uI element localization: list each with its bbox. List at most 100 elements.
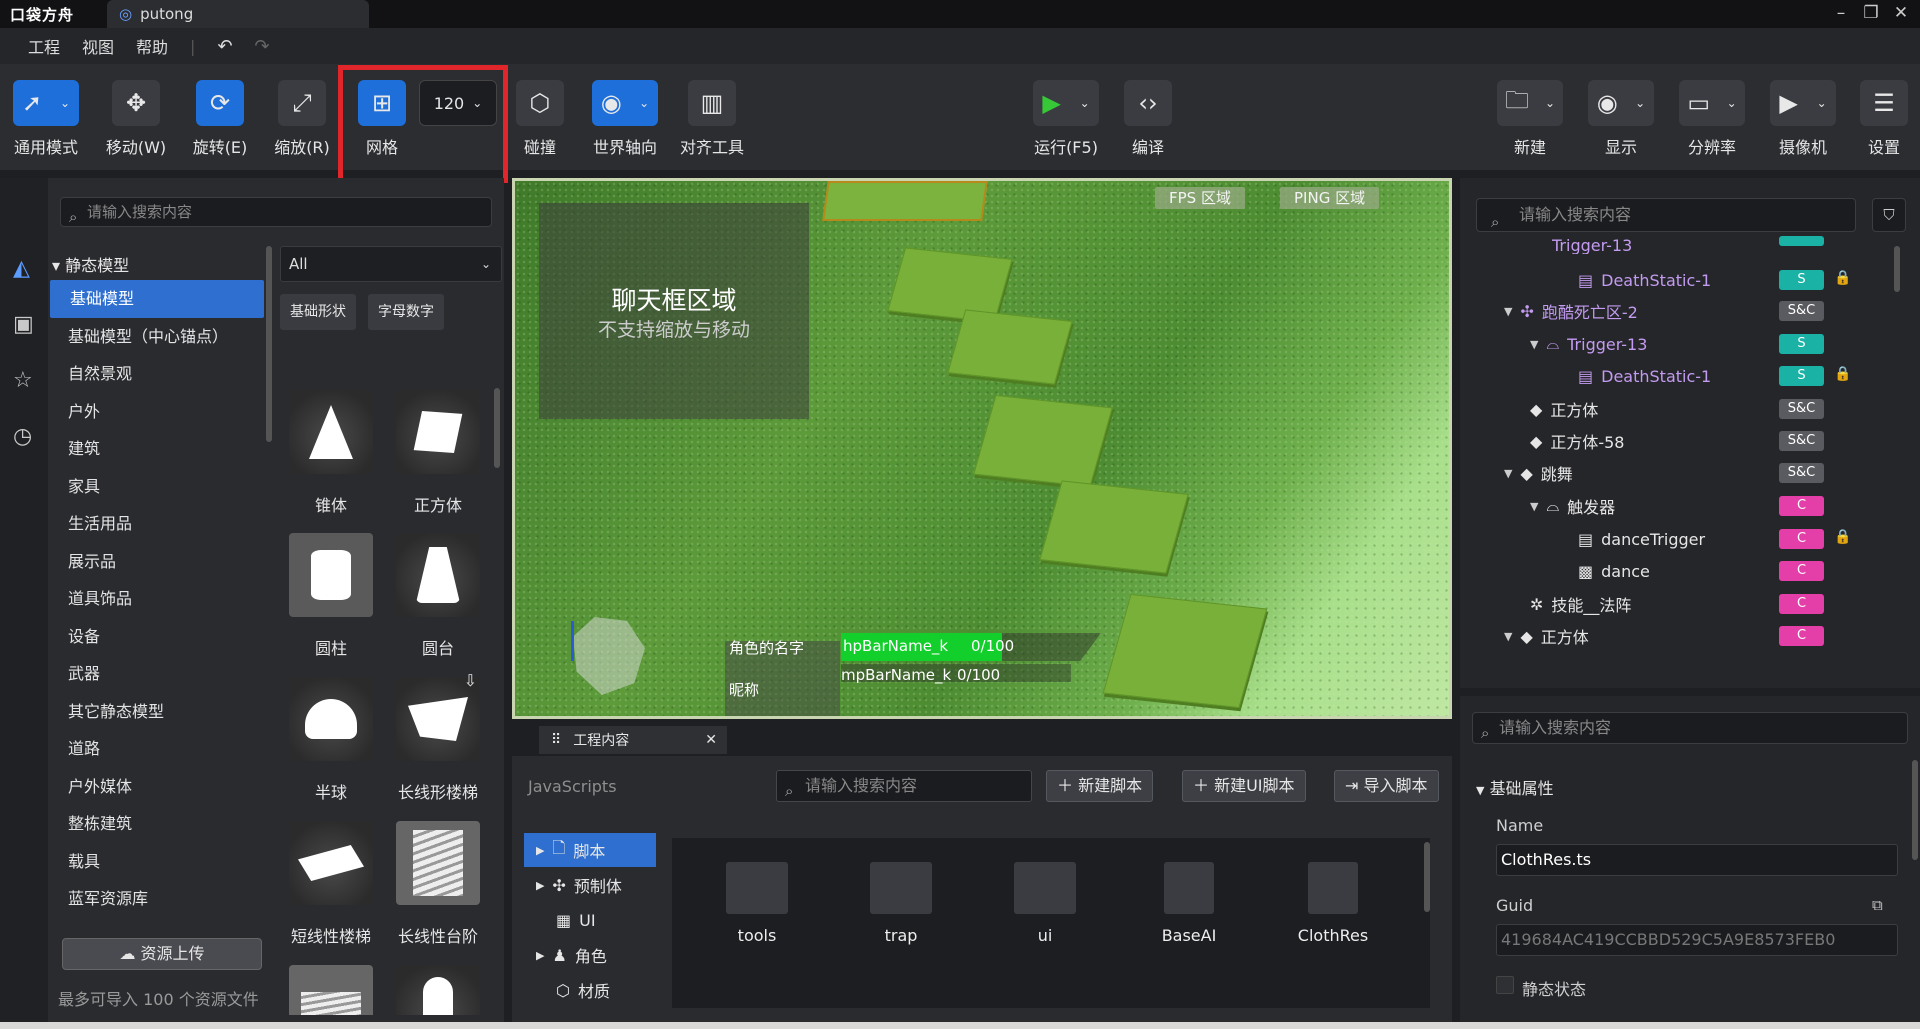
hierarchy-row[interactable]: ▼⌓Trigger-13 [1530,329,1647,359]
new-ui-script-button[interactable]: ＋ 新建UI脚本 [1182,770,1306,802]
asset-item[interactable] [286,965,376,1015]
hierarchy-scrollbar[interactable] [1894,246,1900,292]
category-item[interactable]: 设备 [48,618,266,656]
file-clothres[interactable]: ClothRes [1283,862,1383,945]
menu-view[interactable]: 视图 [82,34,114,58]
rotate-tool[interactable]: ⟳ 旋转(E) [180,80,260,158]
category-item[interactable]: 生活用品 [48,505,266,543]
resolution-button[interactable]: ▭⌄ 分辨率 [1672,80,1752,158]
asset-search-input[interactable]: ⌕ 请输入搜索内容 [60,197,492,227]
category-item[interactable]: 道具饰品 [48,580,266,618]
asset-long-steps[interactable]: 长线性台阶 [393,821,483,947]
tree-characters[interactable]: ▶♟角色 [524,938,656,972]
category-item[interactable]: 户外媒体 [48,768,266,806]
hierarchy-row[interactable]: ▩dance [1578,556,1650,586]
move-tool[interactable]: ✥ 移动(W) [96,80,176,158]
hierarchy-row[interactable]: ▤danceTrigger [1578,524,1705,554]
redo-icon[interactable]: ↷ [255,36,270,57]
scale-tool[interactable]: ⤢ 缩放(R) [262,80,342,158]
hierarchy-row[interactable]: ◆正方体-58 [1530,426,1624,456]
hierarchy-row[interactable]: ▤DeathStatic-1 [1578,361,1711,391]
camera-button[interactable]: ▶⌄ 摄像机 [1763,80,1843,158]
category-item[interactable]: 蓝军资源库 [48,880,266,918]
category-scrollbar[interactable] [266,246,272,442]
hierarchy-row[interactable]: ▼◆跳舞 [1504,458,1573,488]
static-state-checkbox[interactable] [1496,976,1514,994]
undo-icon[interactable]: ↶ [217,36,232,57]
run-button[interactable]: ▶⌄ 运行(F5) [1026,80,1106,158]
hierarchy-row[interactable]: Trigger-13 [1552,236,1632,254]
project-tab[interactable]: ⠿ 工程内容 ✕ [539,726,727,754]
chip-alphanumeric[interactable]: 字母数字 [368,294,444,330]
toolbox-icon[interactable]: ▣ [13,312,34,337]
new-script-button[interactable]: ＋ 新建脚本 [1046,770,1153,802]
category-item[interactable]: 武器 [48,655,266,693]
category-item[interactable]: 展示品 [48,543,266,581]
category-header[interactable]: ▾ 静态模型 [52,252,129,276]
category-item[interactable]: 其它静态模型 [48,693,266,731]
collision-tool[interactable]: ⬡ 碰撞 [500,80,580,158]
star-icon[interactable]: ☆ [13,368,33,393]
inspector-scrollbar[interactable] [1912,760,1918,860]
new-button[interactable]: 🗀⌄ 新建 [1490,80,1570,158]
copy-icon[interactable]: ⧉ [1872,896,1883,914]
lock-icon[interactable]: 🔒 [1834,270,1851,286]
chip-basic-shapes[interactable]: 基础形状 [280,294,356,330]
category-item[interactable]: 整栋建筑 [48,805,266,843]
folder-tools[interactable]: tools [707,862,807,945]
hierarchy-search-input[interactable]: ⌕ 请输入搜索内容 [1476,198,1856,232]
asset-item[interactable] [393,965,483,1015]
hierarchy-row[interactable]: ✲技能__法阵 [1530,589,1631,619]
folder-trap[interactable]: trap [851,862,951,945]
asset-filter-select[interactable]: All ⌄ [280,246,502,282]
tree-prefabs[interactable]: ▶✣预制体 [524,868,656,902]
world-axis-tool[interactable]: ◉⌄ 世界轴向 [585,80,665,158]
tree-ui[interactable]: ▦UI [524,903,656,937]
hierarchy-row[interactable]: ▼⌓触发器 [1530,491,1615,521]
scene-viewport[interactable]: 聊天框区域 不支持缩放与移动 FPS 区域 PING 区域 角色的名字 昵称 h… [512,178,1452,719]
lock-icon[interactable]: 🔒 [1834,529,1851,545]
hierarchy-row[interactable]: ▼✣跑酷死亡区-2 [1504,296,1638,326]
asset-hemisphere[interactable]: 半球 [286,677,376,803]
category-item[interactable]: 家具 [48,468,266,506]
document-tab[interactable]: ◎ putong [107,0,369,28]
category-item[interactable]: 户外 [48,393,266,431]
clock-icon[interactable]: ◷ [13,424,32,449]
download-icon[interactable]: ⇩ [464,671,477,690]
import-script-button[interactable]: ⇥ 导入脚本 [1334,770,1439,802]
asset-scrollbar[interactable] [494,388,500,468]
compile-button[interactable]: ‹› 编译 [1108,80,1188,158]
asset-short-stairs[interactable]: 短线性楼梯 [286,821,376,947]
category-item[interactable]: 载具 [48,843,266,881]
upload-button[interactable]: ☁ 资源上传 [62,938,262,970]
asset-frustum[interactable]: 圆台 [393,533,483,659]
asset-cone[interactable]: 锥体 [286,390,376,516]
settings-button[interactable]: ☰ 设置 [1844,80,1920,158]
hierarchy-row[interactable]: ▤DeathStatic-1 [1578,265,1711,295]
files-scrollbar[interactable] [1424,842,1430,912]
folder-ui[interactable]: ui [995,862,1095,945]
close-icon[interactable]: ✕ [705,732,717,748]
category-item[interactable]: 自然景观 [48,355,266,393]
inspector-search-input[interactable]: ⌕ 请输入搜索内容 [1472,712,1908,744]
asset-long-stairs[interactable]: 长线形楼梯 ⇩ [393,677,483,803]
shapes-icon[interactable]: ◭ [13,256,30,281]
align-tool[interactable]: ▥ 对齐工具 [672,80,752,158]
tree-scripts[interactable]: ▶🗋脚本 [524,833,656,867]
category-item[interactable]: 基础模型 [50,280,264,318]
mode-tool[interactable]: ➚⌄ 通用模式 [6,80,86,158]
category-item[interactable]: 建筑 [48,430,266,468]
menu-help[interactable]: 帮助 [136,34,168,58]
asset-cylinder[interactable]: 圆柱 [286,533,376,659]
menu-project[interactable]: 工程 [28,34,60,58]
minimize-icon[interactable]: – [1826,3,1856,23]
hierarchy-row[interactable]: ◆正方体 [1530,394,1598,424]
display-button[interactable]: ◉⌄ 显示 [1581,80,1661,158]
category-item[interactable]: 基础模型（中心锚点） [48,318,266,356]
hierarchy-row[interactable]: ▼◆正方体 [1504,621,1589,651]
file-baseai[interactable]: BaseAI [1139,862,1239,945]
restore-icon[interactable]: ❐ [1856,3,1886,23]
close-icon[interactable]: ✕ [1886,3,1916,23]
section-basic-properties[interactable]: ▼ 基础属性 [1476,775,1554,799]
tree-materials[interactable]: ⬡材质 [524,973,656,1007]
